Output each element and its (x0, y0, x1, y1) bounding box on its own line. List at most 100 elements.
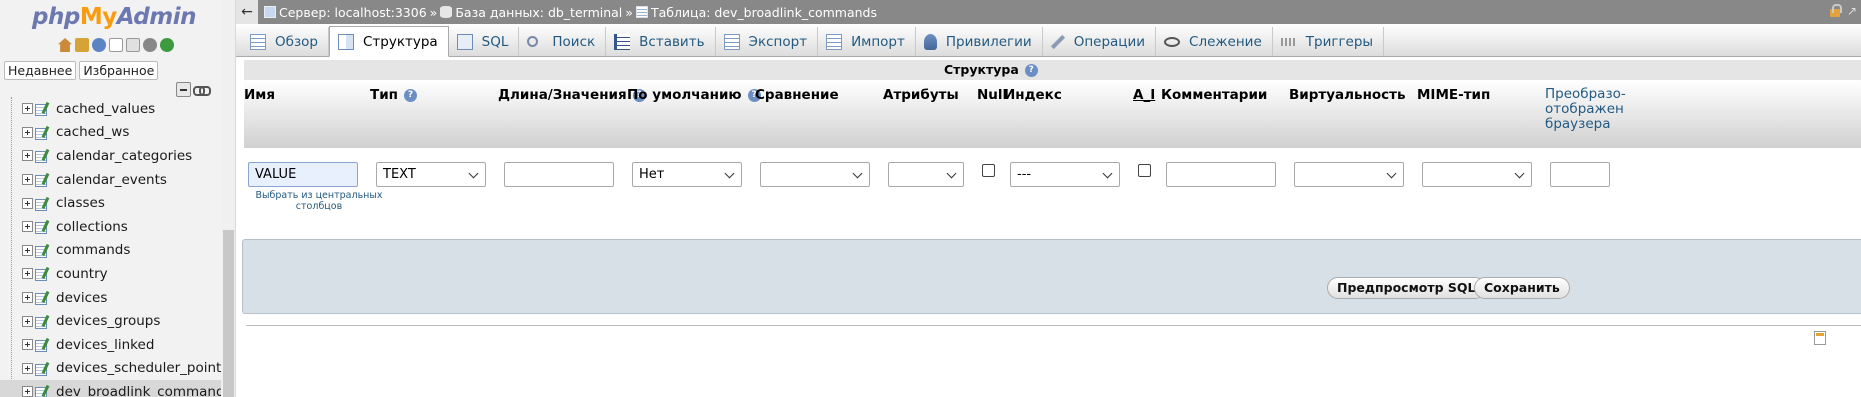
nav-scrollbar-thumb[interactable] (223, 230, 234, 397)
tab-privileges[interactable]: Привилегии (916, 27, 1043, 56)
tab-tracking[interactable]: Слежение (1156, 27, 1273, 56)
tree-item-label[interactable]: devices_linked (56, 337, 154, 353)
table-icon[interactable] (35, 291, 51, 306)
breadcrumb-server[interactable]: Сервер: localhost:3306 (264, 5, 427, 20)
docs-icon[interactable] (109, 38, 123, 52)
table-icon[interactable] (35, 267, 51, 282)
link-with-main-icon[interactable] (193, 82, 211, 97)
breadcrumb-database[interactable]: База данных: db_terminal (440, 5, 622, 20)
table-icon[interactable] (35, 149, 51, 164)
tree-item-devices-groups[interactable]: devices_groups (0, 309, 235, 333)
tree-item-label[interactable]: country (56, 266, 108, 282)
tree-item-classes[interactable]: classes (0, 191, 235, 215)
tree-item-devices-scheduler-points[interactable]: devices_scheduler_points (0, 357, 235, 381)
table-icon[interactable] (35, 220, 51, 235)
tree-item-country[interactable]: country (0, 262, 235, 286)
default-select[interactable]: Нет (632, 162, 742, 187)
expand-icon[interactable] (22, 126, 33, 138)
save-button[interactable]: Сохранить (1474, 277, 1570, 299)
breadcrumb-database-label[interactable]: База данных: db_terminal (455, 5, 622, 20)
tree-item-label[interactable]: devices_groups (56, 313, 160, 329)
collapse-all-icon[interactable] (176, 82, 191, 97)
null-checkbox[interactable] (982, 164, 995, 177)
expand-icon[interactable] (22, 103, 33, 115)
col-browser-transform[interactable]: Преобразо­ отображен браузера (1545, 87, 1626, 132)
breadcrumb-server-label[interactable]: Сервер: localhost:3306 (279, 5, 427, 20)
table-icon[interactable] (35, 385, 51, 397)
tab-browse[interactable]: Обзор (242, 27, 329, 56)
table-icon[interactable] (35, 126, 51, 140)
attributes-select[interactable] (888, 162, 964, 187)
tree-item-label[interactable]: collections (56, 219, 128, 235)
expand-icon[interactable] (22, 197, 33, 209)
preview-sql-button[interactable]: Предпросмотр SQL (1327, 277, 1486, 299)
tree-item-dev-broadlink-commands[interactable]: dev_broadlink_commands (0, 380, 235, 397)
auto-increment-checkbox[interactable] (1138, 164, 1151, 177)
type-select[interactable]: TEXT (376, 162, 486, 187)
tree-item-label[interactable]: dev_broadlink_commands (56, 384, 232, 397)
transform-input[interactable] (1550, 162, 1610, 187)
console-icon[interactable] (1814, 331, 1826, 345)
mime-select[interactable] (1422, 162, 1532, 187)
settings-icon[interactable] (143, 38, 157, 52)
help-icon[interactable]: ? (404, 88, 417, 102)
tab-triggers[interactable]: Триггеры (1273, 27, 1385, 56)
expand-icon[interactable] (22, 174, 33, 186)
recent-tab[interactable]: Недавнее (4, 61, 77, 80)
tab-sql[interactable]: SQL (449, 27, 520, 56)
collation-select[interactable] (760, 162, 870, 187)
tab-search[interactable]: Поиск (519, 27, 607, 56)
expand-icon[interactable] (22, 292, 33, 304)
lock-icon[interactable] (1829, 4, 1842, 18)
length-input[interactable] (504, 162, 614, 187)
tree-item-devices[interactable]: devices (0, 286, 235, 310)
index-select[interactable]: --- (1010, 162, 1120, 187)
help-icon[interactable] (92, 38, 106, 52)
expand-icon[interactable] (22, 315, 33, 327)
table-icon[interactable] (35, 362, 51, 376)
tree-item-label[interactable]: classes (56, 195, 105, 211)
arrow-icon[interactable]: ↗ (1847, 4, 1857, 18)
help-icon[interactable]: ? (1024, 64, 1038, 77)
expand-icon[interactable] (22, 221, 33, 233)
table-icon[interactable] (35, 244, 51, 258)
tree-item-label[interactable]: cached_values (56, 101, 155, 117)
nav-scrollbar[interactable] (221, 0, 235, 397)
table-icon[interactable] (35, 102, 51, 117)
virtuality-select[interactable] (1294, 162, 1404, 187)
breadcrumb-table[interactable]: Таблица: dev_broadlink_commands (635, 5, 877, 20)
tab-operations[interactable]: Операции (1043, 27, 1157, 56)
tree-item-label[interactable]: calendar_events (56, 172, 167, 188)
exit-icon[interactable] (75, 38, 89, 52)
tab-export[interactable]: Экспорт (716, 27, 819, 56)
tree-item-label[interactable]: commands (56, 242, 130, 258)
tree-item-commands[interactable]: commands (0, 239, 235, 263)
tree-item-calendar-categories[interactable]: calendar_categories (0, 144, 235, 168)
tree-item-label[interactable]: devices (56, 290, 107, 306)
sql-docs-icon[interactable] (126, 38, 140, 52)
table-icon[interactable] (35, 173, 51, 188)
tree-item-collections[interactable]: collections (0, 215, 235, 239)
tree-item-cached-ws[interactable]: cached_ws (0, 121, 235, 145)
expand-icon[interactable] (22, 150, 33, 162)
comments-input[interactable] (1166, 162, 1276, 187)
expand-icon[interactable] (22, 386, 33, 397)
tree-item-calendar-events[interactable]: calendar_events (0, 168, 235, 192)
tree-item-label[interactable]: devices_scheduler_points (56, 360, 228, 376)
tree-item-label[interactable]: calendar_categories (56, 148, 192, 164)
reload-icon[interactable] (160, 38, 174, 52)
phpmyadmin-logo[interactable]: phpMyAdmin (32, 4, 196, 30)
table-icon[interactable] (35, 315, 51, 329)
breadcrumb-table-label[interactable]: Таблица: dev_broadlink_commands (651, 5, 877, 20)
back-arrow-icon[interactable]: ← (236, 0, 258, 24)
tab-insert[interactable]: Вставить (606, 27, 716, 56)
table-icon[interactable] (35, 338, 51, 353)
expand-icon[interactable] (22, 339, 33, 351)
tree-item-cached-values[interactable]: cached_values (0, 97, 235, 121)
tree-item-devices-linked[interactable]: devices_linked (0, 333, 235, 357)
column-name-input[interactable]: VALUE (248, 162, 358, 187)
expand-icon[interactable] (22, 362, 33, 374)
expand-icon[interactable] (22, 244, 33, 256)
favorites-tab[interactable]: Избранное (79, 61, 159, 80)
expand-icon[interactable] (22, 268, 33, 280)
